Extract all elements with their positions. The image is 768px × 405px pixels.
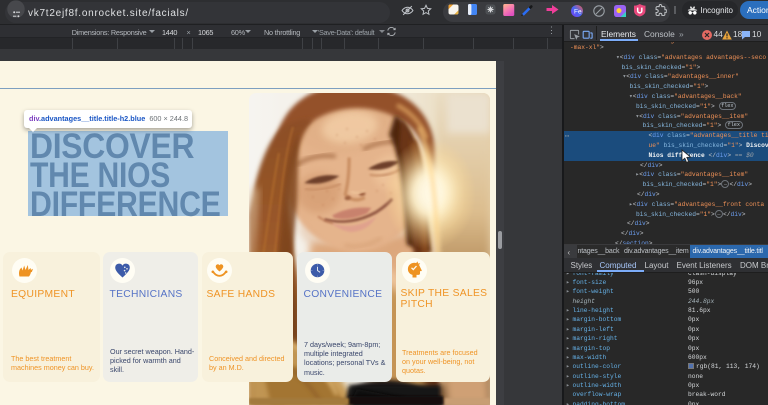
svg-text:Fe: Fe bbox=[574, 8, 582, 15]
